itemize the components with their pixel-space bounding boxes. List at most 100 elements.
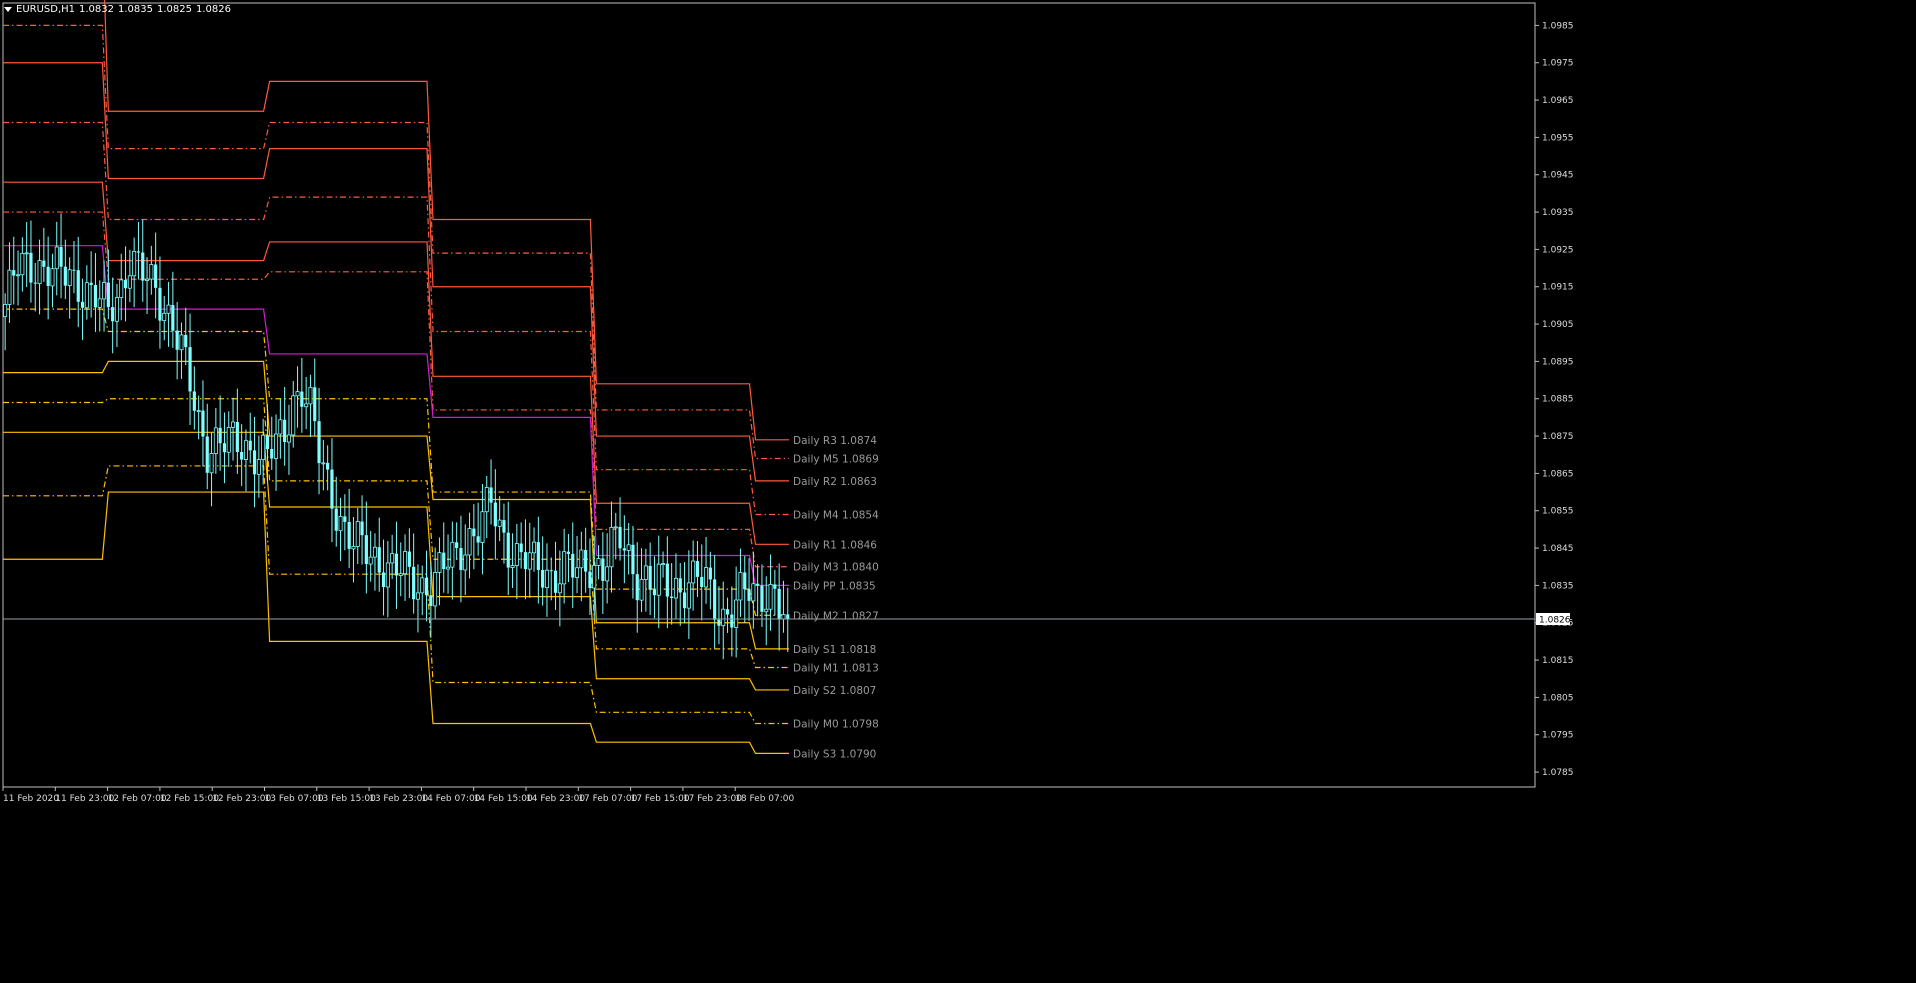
candle-body: [192, 391, 196, 411]
y-tick-label: 1.0905: [1542, 320, 1574, 330]
candle-body: [304, 403, 309, 408]
candle-body: [541, 569, 545, 588]
candle-body: [106, 282, 110, 308]
x-tick-label: 14 Feb 23:00: [526, 794, 585, 804]
candle-body: [37, 260, 42, 285]
candle-body: [609, 527, 614, 568]
candle-body: [63, 266, 67, 286]
level-label-s3: Daily S3 1.0790: [793, 748, 876, 760]
candle-body: [673, 577, 678, 599]
candle-body: [171, 305, 175, 331]
y-tick-label: 1.0965: [1542, 96, 1574, 106]
candle-body: [588, 571, 592, 589]
price-chart[interactable]: Daily R3 1.0874 Daily M5 1.0869 Daily R2 1…: [0, 0, 1916, 983]
y-tick-label: 1.0955: [1542, 133, 1574, 143]
candle-body: [661, 563, 666, 566]
y-tick-label: 1.0805: [1542, 693, 1574, 703]
candle-body: [786, 614, 790, 619]
candle-body: [682, 592, 687, 609]
symbol-label: EURUSD,H1: [16, 4, 76, 15]
candle-body: [502, 520, 506, 533]
candle-body: [119, 279, 124, 299]
chevron-down-icon[interactable]: [4, 6, 12, 12]
candle-body: [141, 252, 145, 281]
candle-body: [527, 552, 532, 570]
candle-body: [459, 548, 463, 570]
candle-body: [201, 410, 205, 437]
candle-body: [635, 574, 639, 601]
y-tick-label: 1.0915: [1542, 283, 1574, 293]
candle-body: [54, 246, 59, 270]
candle-body: [467, 528, 472, 556]
candle-body: [579, 549, 584, 569]
candle-body: [67, 269, 72, 287]
price-axis[interactable]: 1.0985 1.0975 1.0965 1.0955 1.0945 1.0935 1.09…: [1535, 21, 1574, 778]
candle-body: [532, 541, 537, 554]
chart-frame-border: [2, 2, 1536, 788]
candle-body: [381, 572, 386, 587]
candle-body: [372, 546, 377, 558]
x-tick-label: 18 Feb 07:00: [735, 794, 794, 804]
candle-body: [403, 551, 408, 575]
candle-body: [175, 330, 179, 350]
candle-body: [394, 553, 399, 576]
y-tick-label: 1.0935: [1542, 208, 1574, 218]
candle-body: [639, 579, 644, 601]
candle-body: [700, 576, 704, 587]
candle-body: [652, 589, 657, 596]
candle-body: [265, 435, 270, 449]
candle-body: [158, 287, 162, 321]
y-tick-label: 1.0975: [1542, 59, 1574, 69]
candle-body: [622, 548, 626, 551]
x-tick-label: 17 Feb 15:00: [631, 794, 690, 804]
candle-body: [205, 436, 209, 473]
candle-body: [571, 553, 575, 578]
current-price-label: 1.0826: [1539, 616, 1571, 626]
candle-body: [738, 572, 743, 601]
candle-body: [493, 502, 497, 527]
candle-body: [321, 462, 326, 465]
ohlc-high: 1.0835: [118, 4, 154, 15]
candle-body: [218, 427, 222, 444]
y-tick-label: 1.0895: [1542, 357, 1574, 367]
candle-body: [415, 592, 420, 600]
pivot-levels: [3, 0, 790, 754]
chart-window[interactable]: Daily R3 1.0874 Daily M5 1.0869 Daily R2 1…: [0, 0, 1916, 983]
candle-body: [480, 511, 485, 543]
candle-body: [166, 304, 171, 314]
y-tick-label: 1.0785: [1542, 768, 1574, 778]
candle-body: [523, 552, 528, 570]
x-tick-label: 17 Feb 23:00: [683, 794, 742, 804]
candle-body: [390, 553, 395, 564]
candle-body: [648, 565, 652, 590]
candle-body: [360, 521, 364, 536]
candle-body: [450, 541, 455, 568]
candle-body: [326, 462, 330, 470]
candle-body: [179, 334, 184, 351]
candle-body: [93, 284, 98, 308]
candle-body: [407, 551, 411, 567]
x-tick-label: 17 Feb 07:00: [578, 794, 637, 804]
candle-body: [248, 440, 252, 451]
candle-body: [553, 570, 558, 593]
candle-body: [510, 565, 515, 568]
candle-body: [338, 516, 343, 532]
y-tick-label: 1.0795: [1542, 731, 1574, 741]
candle-body: [188, 347, 192, 392]
candle-body: [317, 421, 321, 464]
candle-body: [631, 544, 635, 575]
x-tick-label: 14 Feb 07:00: [421, 794, 480, 804]
candle-body: [283, 419, 287, 443]
level-label-m0: Daily M0 1.0798: [793, 719, 879, 731]
candle-body: [123, 279, 128, 289]
time-axis[interactable]: 11 Feb 202011 Feb 23:0012 Feb 07:0012 Fe…: [2, 787, 795, 804]
candle-body: [463, 554, 468, 571]
candle-body: [313, 387, 317, 422]
candle-body: [274, 433, 279, 459]
candle-body: [691, 560, 696, 584]
candle-body: [686, 582, 691, 609]
candle-body: [734, 599, 739, 628]
candle-body: [618, 526, 622, 549]
candle-body: [489, 487, 493, 503]
candle-body: [355, 521, 360, 547]
